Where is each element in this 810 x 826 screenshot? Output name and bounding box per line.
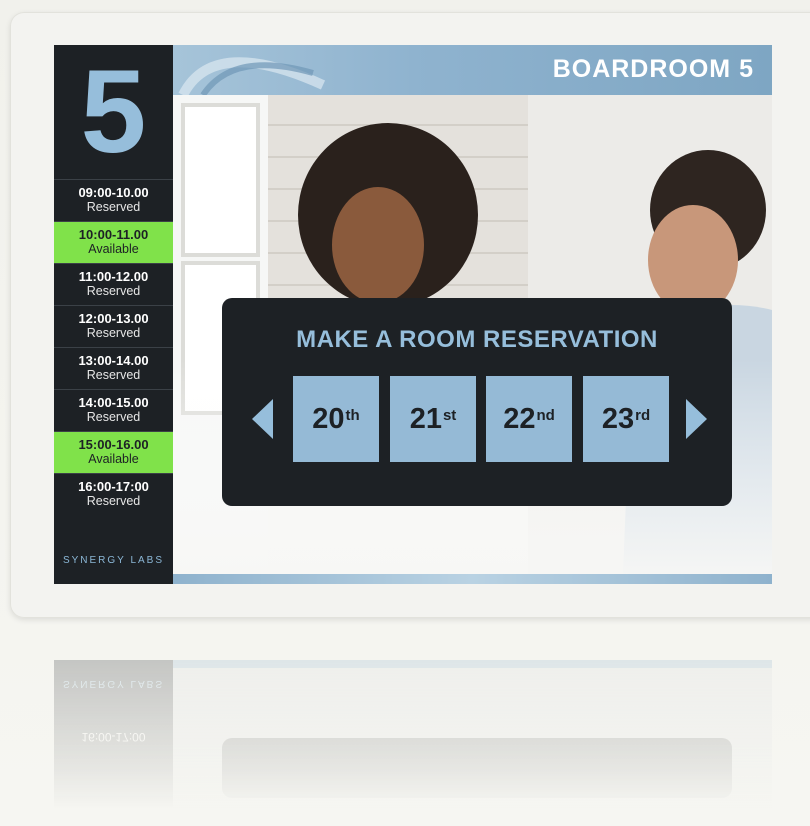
time-slot-time: 09:00-10.00 <box>78 185 149 200</box>
date-day: 23 <box>601 402 635 435</box>
time-slot-status: Reserved <box>86 410 141 424</box>
room-title: BOARDROOM 5 <box>552 55 754 83</box>
room-display-screen: 5 09:00-10.00 Reserved 10:00-11.00 Avail… <box>54 45 772 584</box>
time-slot-status: Reserved <box>86 284 141 298</box>
reflection-sidebar: SYNERGY LABS 16:00-17:00 <box>54 660 173 810</box>
footer-accent-bar <box>173 574 772 584</box>
screen-reflection: SYNERGY LABS 16:00-17:00 <box>54 660 772 810</box>
time-slot-time: 14:00-15.00 <box>78 395 149 410</box>
time-slot-time: 10:00-11.00 <box>78 227 149 242</box>
time-slot-status: Reserved <box>86 368 141 382</box>
triangle-right-icon[interactable] <box>686 399 707 439</box>
time-slot-time: 12:00-13.00 <box>78 311 149 326</box>
time-slot-status: Reserved <box>86 200 141 214</box>
main-area: BOARDROOM 5 MAKE A ROOM RESERVATION 20th… <box>173 45 772 584</box>
date-suffix: th <box>345 406 360 424</box>
brand-logo: SYNERGY LABS <box>62 555 165 566</box>
time-slot-time: 15:00-16.00 <box>78 437 149 452</box>
reflection-brand: SYNERGY LABS <box>62 678 165 689</box>
time-slot-available[interactable]: 15:00-16.00 Available <box>54 431 173 473</box>
date-button[interactable]: 23rd <box>583 376 669 462</box>
swirl-decoration-icon <box>178 57 326 95</box>
time-slot-status: Reserved <box>86 326 141 340</box>
date-button[interactable]: 21st <box>390 376 476 462</box>
date-button[interactable]: 22nd <box>486 376 572 462</box>
date-day: 22 <box>503 402 536 435</box>
reflection-bar <box>173 660 772 668</box>
time-slot[interactable]: 16:00-17:00 Reserved <box>54 473 173 515</box>
time-slot-status: Reserved <box>86 494 141 508</box>
time-slot-time: 11:00-12.00 <box>78 269 149 284</box>
time-slot-status: Available <box>88 452 139 466</box>
time-slot[interactable]: 09:00-10.00 Reserved <box>54 179 173 221</box>
reservation-panel: MAKE A ROOM RESERVATION 20th 21st 22nd 2… <box>222 298 732 506</box>
date-suffix: st <box>442 406 457 424</box>
time-slot[interactable]: 11:00-12.00 Reserved <box>54 263 173 305</box>
schedule-sidebar: 5 09:00-10.00 Reserved 10:00-11.00 Avail… <box>54 45 173 584</box>
time-slot-available[interactable]: 10:00-11.00 Available <box>54 221 173 263</box>
time-slot-time: 13:00-14.00 <box>78 353 149 368</box>
reflection-panel <box>222 738 732 798</box>
time-slot[interactable]: 12:00-13.00 Reserved <box>54 305 173 347</box>
time-slot-status: Available <box>88 242 139 256</box>
time-slot[interactable]: 14:00-15.00 Reserved <box>54 389 173 431</box>
reservation-title: MAKE A ROOM RESERVATION <box>296 326 658 353</box>
date-day: 21 <box>409 402 442 435</box>
date-day: 20 <box>312 402 345 435</box>
room-header: BOARDROOM 5 <box>173 45 772 95</box>
date-button[interactable]: 20th <box>293 376 379 462</box>
reflection-slot-time: 16:00-17:00 <box>81 730 146 744</box>
time-slot[interactable]: 13:00-14.00 Reserved <box>54 347 173 389</box>
triangle-left-icon[interactable] <box>252 399 273 439</box>
date-suffix: nd <box>536 406 555 424</box>
room-number: 5 <box>80 46 147 178</box>
date-suffix: rd <box>635 406 651 424</box>
time-slot-time: 16:00-17:00 <box>78 479 149 494</box>
